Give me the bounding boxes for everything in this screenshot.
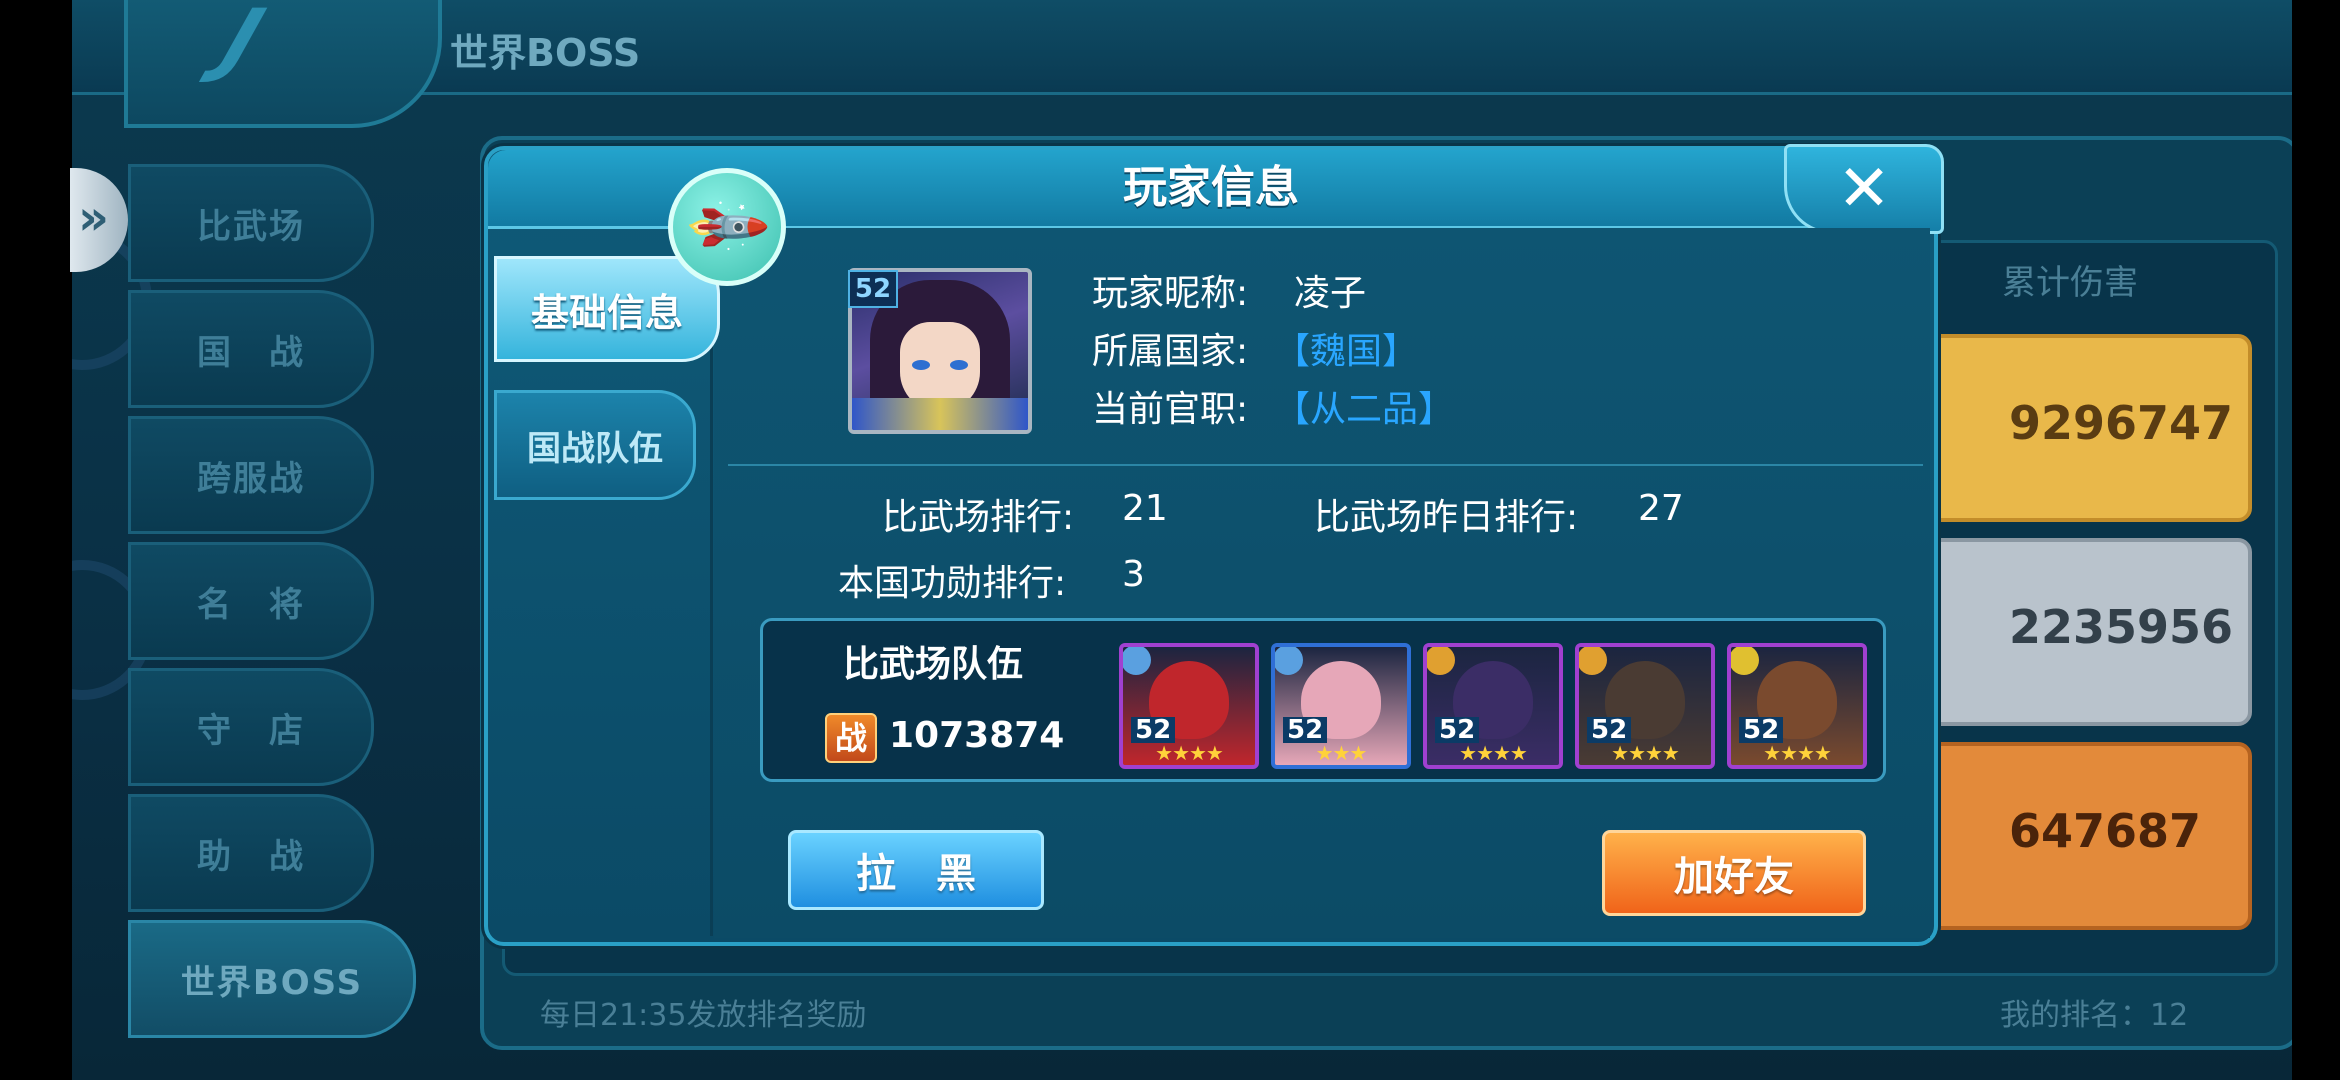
logo-icon: J <box>211 0 275 85</box>
my-rank: 我的排名：12 <box>2000 998 2189 1033</box>
arena-yesterday-value: 27 <box>1638 488 1684 529</box>
arena-rank-value: 21 <box>1122 488 1168 529</box>
arena-rank-label: 比武场排行: <box>882 497 1075 538</box>
hero-stars: ★★★★ <box>1459 741 1528 765</box>
damage-value: 647687 <box>2009 804 2202 858</box>
hero-level: 52 <box>1435 717 1480 743</box>
side-menu-generals[interactable]: 名 将 <box>128 542 374 660</box>
hero-class-icon <box>1275 647 1303 675</box>
official-rank-label: 当前官职: <box>1092 389 1249 430</box>
hero-class-icon <box>1579 647 1607 675</box>
side-menu-cross-server[interactable]: 跨服战 <box>128 416 374 534</box>
side-menu-guard-shop[interactable]: 守 店 <box>128 668 374 786</box>
battle-power-icon: 战 <box>825 713 877 763</box>
battle-power-value: 1073874 <box>889 715 1065 756</box>
close-icon: ✕ <box>1837 152 1891 226</box>
arena-yesterday-label: 比武场昨日排行: <box>1314 497 1579 538</box>
back-button[interactable]: J <box>124 0 442 128</box>
reward-notice: 每日21:35发放排名奖励 <box>540 998 867 1033</box>
side-menu-assist[interactable]: 助 战 <box>128 794 374 912</box>
hero-stars: ★★★ <box>1315 741 1368 765</box>
side-menu-world-boss[interactable]: 世界BOSS <box>128 920 416 1038</box>
divider <box>728 464 1923 466</box>
chevron-right-icon: » <box>78 190 110 246</box>
letterbox-right <box>2292 0 2340 1080</box>
hero-level: 52 <box>1739 717 1784 743</box>
close-button[interactable]: ✕ <box>1784 144 1944 234</box>
hero-card[interactable]: 52 ★★★★ <box>1727 643 1867 769</box>
add-friend-button[interactable]: 加好友 <box>1602 830 1866 916</box>
column-header-damage: 累计伤害 <box>2002 263 2138 303</box>
official-rank-value: 【从二品】 <box>1274 389 1455 430</box>
tab-national-war-team[interactable]: 国战队伍 <box>494 390 696 500</box>
hero-class-icon <box>1731 647 1759 675</box>
tab-basic-info[interactable]: 基础信息 <box>494 256 720 362</box>
country-label: 所属国家: <box>1092 331 1249 372</box>
damage-value: 9296747 <box>2009 396 2234 450</box>
side-menu-national-war[interactable]: 国 战 <box>128 290 374 408</box>
hero-class-icon <box>1123 647 1151 675</box>
hero-class-icon <box>1427 647 1455 675</box>
player-info-dialog: 玩家信息 ✕ 基础信息 国战队伍 🚀 52 玩家昵称: 凌子 所属国家: 【魏国… <box>484 144 1944 946</box>
team-title: 比武场队伍 <box>843 644 1024 685</box>
nickname-label: 玩家昵称: <box>1092 273 1249 314</box>
page-title: 世界BOSS <box>450 31 641 75</box>
hero-stars: ★★★★ <box>1763 741 1832 765</box>
hero-level: 52 <box>1587 717 1632 743</box>
side-menu-arena[interactable]: 比武场 <box>128 164 374 282</box>
hero-stars: ★★★★ <box>1611 741 1680 765</box>
hero-card[interactable]: 52 ★★★ <box>1271 643 1411 769</box>
damage-value: 2235956 <box>2009 600 2234 654</box>
arena-team-panel: 比武场队伍 战 1073874 52 ★★★★ 52 ★★★ 52 ★★★★ 52 ★★★★ 5… <box>760 618 1886 782</box>
hero-stars: ★★★★ <box>1155 741 1224 765</box>
hero-level: 52 <box>1283 717 1328 743</box>
avatar-level-badge: 52 <box>848 270 898 308</box>
hero-card[interactable]: 52 ★★★★ <box>1119 643 1259 769</box>
block-button[interactable]: 拉黑 <box>788 830 1044 910</box>
nickname-value: 凌子 <box>1294 273 1367 314</box>
hero-card[interactable]: 52 ★★★★ <box>1575 643 1715 769</box>
merit-rank-value: 3 <box>1122 554 1145 595</box>
hero-card[interactable]: 52 ★★★★ <box>1423 643 1563 769</box>
hero-level: 52 <box>1131 717 1176 743</box>
country-value: 【魏国】 <box>1274 331 1419 372</box>
merit-rank-label: 本国功勋排行: <box>838 563 1067 604</box>
rocket-icon[interactable]: 🚀 <box>668 168 786 286</box>
